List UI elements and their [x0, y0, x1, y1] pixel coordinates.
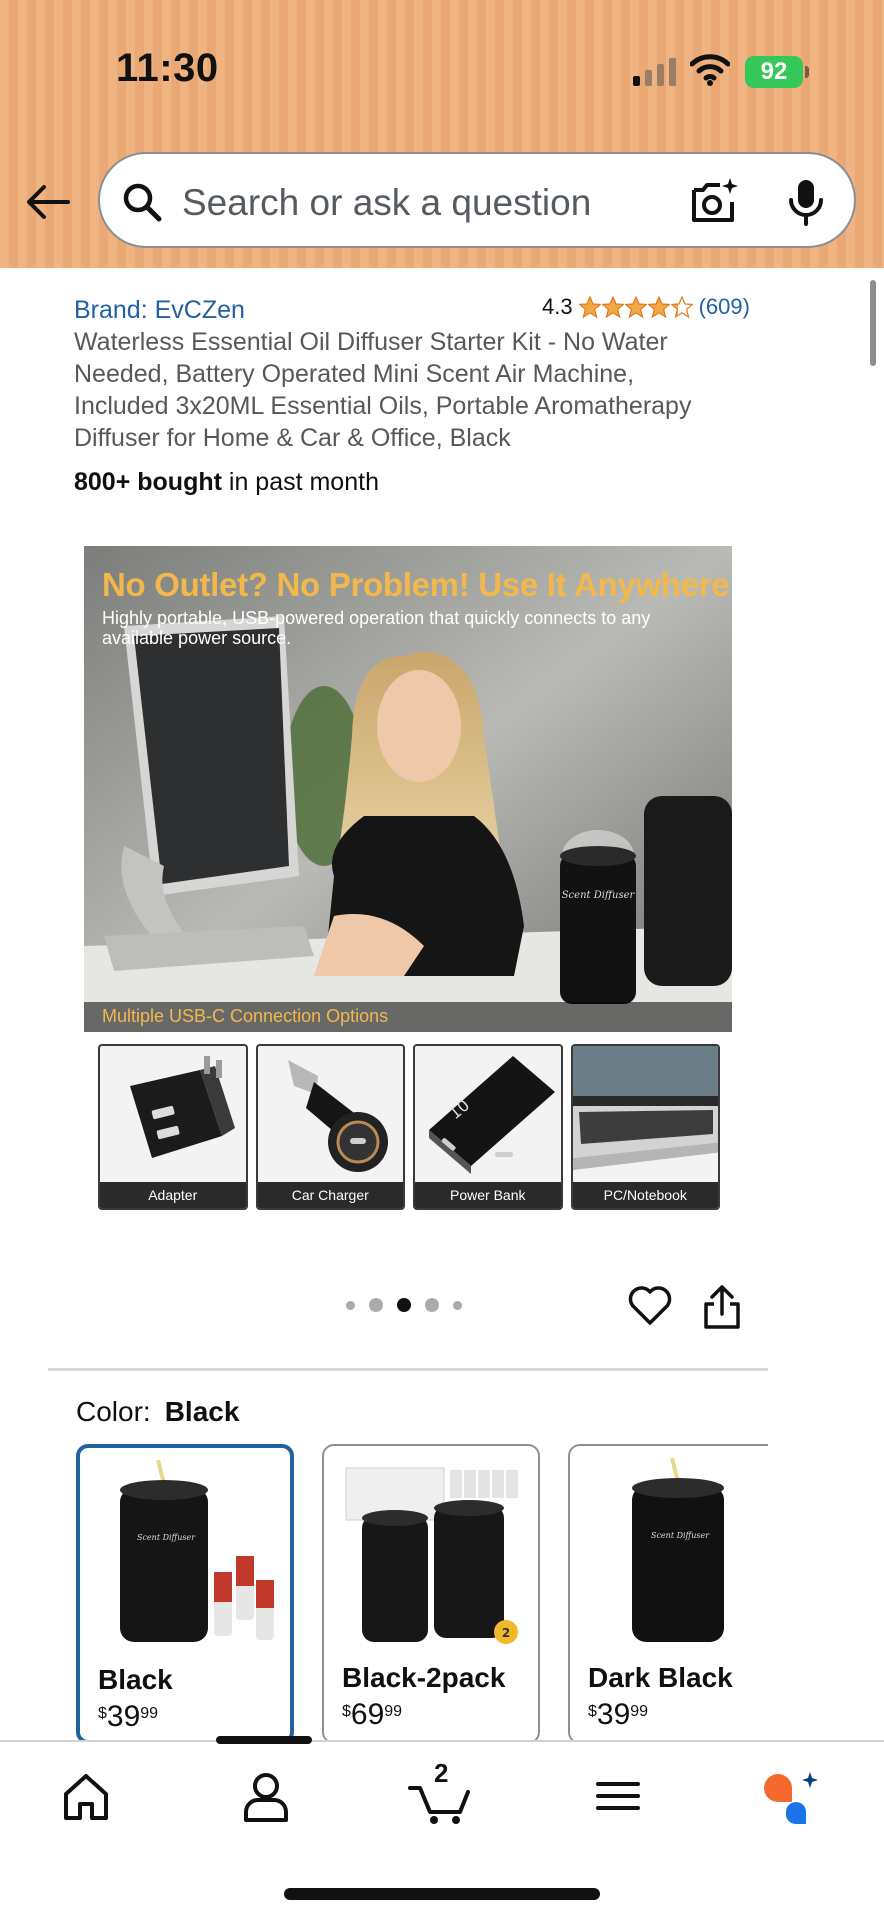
app-header: 11:30 92 Search or ask a question	[0, 0, 884, 268]
product-title: Waterless Essential Oil Diffuser Starter…	[74, 328, 692, 452]
pagination-dot[interactable]	[453, 1300, 462, 1310]
pagination-dot[interactable]	[346, 1300, 355, 1310]
color-selector-label: Color: Black	[76, 1396, 239, 1428]
svg-text:2: 2	[502, 1626, 510, 1640]
brand-link[interactable]: Brand: EvCZen	[74, 296, 245, 325]
rufus-ai-icon[interactable]	[760, 1766, 820, 1826]
price-currency: $	[342, 1703, 351, 1720]
bought-period: in past month	[221, 468, 379, 496]
price-currency: $	[98, 1705, 107, 1722]
camera-search-icon[interactable]	[690, 176, 740, 226]
variant-image: Scent Diffuser	[632, 1458, 724, 1642]
pagination-dot-active[interactable]	[397, 1298, 411, 1312]
section-divider	[48, 1368, 768, 1371]
thumb-label: Car Charger	[257, 1182, 403, 1208]
battery-cap	[805, 66, 809, 78]
pagination-dot[interactable]	[425, 1298, 439, 1312]
variant-black[interactable]: Scent Diffuser Black $ 39 99	[76, 1444, 294, 1744]
star-icon	[578, 296, 601, 318]
rating-value: 4.3	[542, 294, 573, 319]
price-currency: $	[588, 1703, 597, 1720]
price-fraction: 99	[384, 1703, 403, 1720]
battery-indicator: 92	[745, 56, 803, 88]
status-time: 11:30	[116, 46, 219, 90]
variant-price: $ 39 99	[98, 1702, 158, 1732]
scrollbar[interactable]	[870, 280, 876, 366]
svg-text:Scent Diffuser: Scent Diffuser	[137, 1533, 196, 1542]
connection-options: Adapter Car Charger 10 Power Bank PC/Not…	[98, 1044, 720, 1210]
thumb-adapter: Adapter	[98, 1044, 248, 1210]
price-whole: 39	[106, 1700, 141, 1733]
microphone-icon[interactable]	[786, 178, 826, 226]
color-selected-value: Black	[164, 1396, 240, 1427]
thumb-car-charger: Car Charger	[255, 1044, 405, 1210]
variant-name: Black	[98, 1664, 173, 1695]
star-icon	[647, 296, 670, 318]
battery-level: 92	[760, 58, 788, 85]
menu-icon[interactable]	[588, 1766, 648, 1826]
active-tab-indicator	[216, 1736, 312, 1744]
price-whole: 39	[596, 1698, 631, 1731]
variant-name: Black-2pack	[342, 1662, 506, 1693]
power-bank-icon: 10	[429, 1056, 555, 1174]
home-icon[interactable]	[56, 1766, 116, 1826]
device-brand-text: Scent Diffuser	[562, 890, 636, 901]
star-icon	[601, 296, 624, 318]
back-arrow-icon[interactable]	[24, 178, 72, 226]
variant-image: 2	[345, 1467, 518, 1644]
image-pagination[interactable]	[346, 1298, 462, 1312]
wifi-icon	[690, 54, 730, 86]
bought-count: 800+ bought	[74, 468, 222, 496]
thumb-label: Power Bank	[415, 1182, 561, 1208]
product-image[interactable]: Scent Diffuser No Outlet? No Problem! Us…	[84, 546, 732, 1032]
laptop-icon	[572, 1046, 719, 1170]
price-whole: 69	[350, 1698, 385, 1731]
hero-footer-text: Multiple USB-C Connection Options	[102, 1006, 389, 1026]
star-icon	[624, 296, 647, 318]
thumb-power-bank: 10 Power Bank	[413, 1044, 563, 1210]
share-icon[interactable]	[702, 1284, 742, 1330]
variant-price: $ 39 99	[588, 1700, 648, 1730]
hero-subline: Highly portable, USB-powered operation t…	[102, 608, 651, 648]
price-fraction: 99	[140, 1705, 159, 1722]
variant-name: Dark Black	[588, 1662, 733, 1693]
bought-in-past-month: 800+ bought in past month	[74, 468, 379, 497]
star-icon	[670, 296, 693, 318]
cellular-signal-icon	[633, 58, 676, 86]
variant-price: $ 69 99	[342, 1700, 402, 1730]
thumb-label: PC/Notebook	[572, 1182, 718, 1208]
color-variants: Scent Diffuser Black $ 39 99 2 Black-2pa…	[76, 1444, 768, 1744]
search-input[interactable]: Search or ask a question	[182, 182, 591, 224]
heart-icon[interactable]	[628, 1286, 672, 1326]
thumb-label: Adapter	[100, 1182, 246, 1208]
variant-black-2pack[interactable]: 2 Black-2pack $ 69 99	[322, 1444, 540, 1744]
variant-dark-black[interactable]: Scent Diffuser Dark Black $ 39 99	[568, 1444, 768, 1744]
home-indicator[interactable]	[284, 1888, 600, 1900]
review-count-link[interactable]: (609)	[699, 294, 750, 320]
search-icon	[123, 183, 162, 222]
rating-summary[interactable]: 4.3 (609)	[542, 294, 750, 320]
status-bar: 11:30 92	[0, 0, 884, 140]
thumb-pc-notebook: PC/Notebook	[570, 1044, 720, 1210]
account-icon[interactable]	[236, 1766, 296, 1826]
variant-image: Scent Diffuser	[120, 1460, 274, 1642]
svg-text:Scent Diffuser: Scent Diffuser	[651, 1531, 710, 1540]
pagination-dot[interactable]	[369, 1298, 383, 1312]
hero-headline: No Outlet? No Problem! Use It Anywhere	[102, 566, 730, 603]
cart-count-badge: 2	[434, 1758, 449, 1788]
price-fraction: 99	[630, 1703, 649, 1720]
star-rating	[578, 296, 693, 318]
adapter-icon	[130, 1056, 235, 1158]
car-charger-icon	[287, 1060, 388, 1172]
color-label: Color:	[76, 1396, 151, 1427]
search-bar[interactable]: Search or ask a question	[98, 152, 856, 248]
